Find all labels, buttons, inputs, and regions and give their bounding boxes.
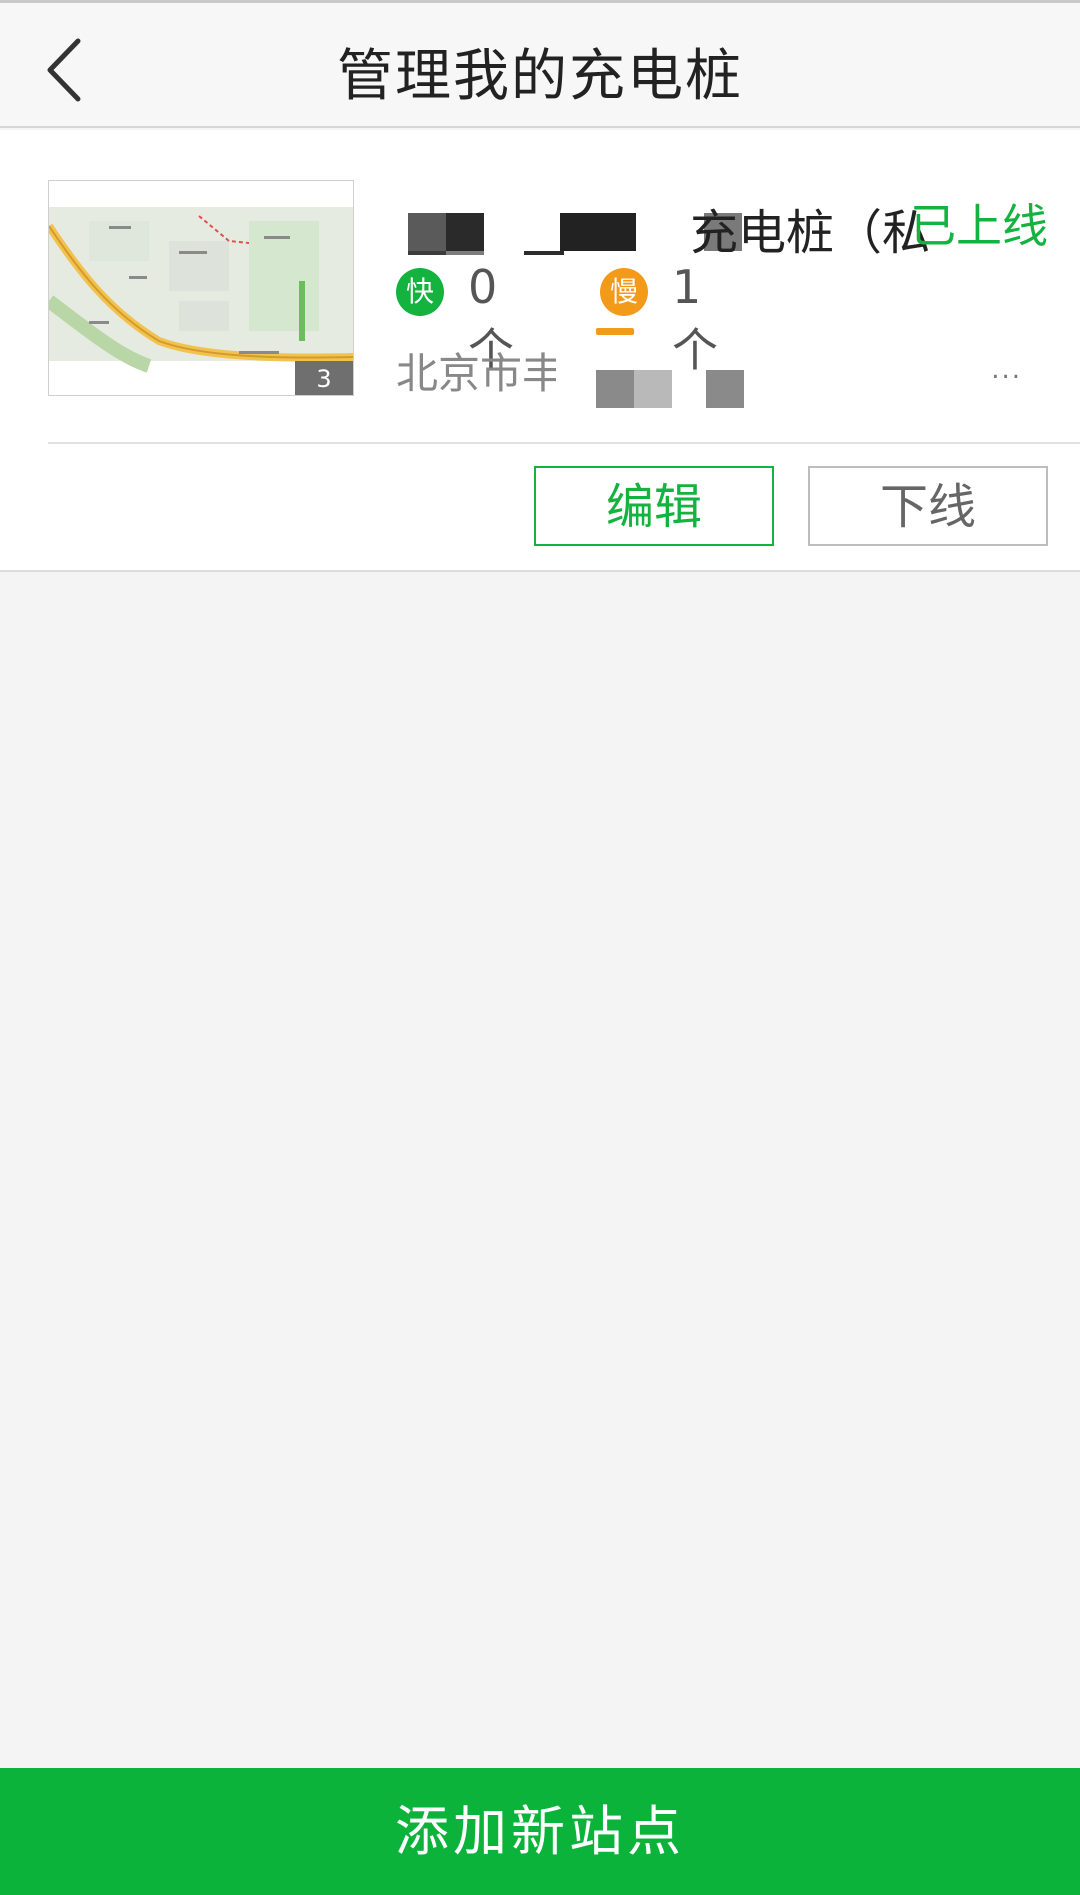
photo-count: 3 xyxy=(295,361,353,395)
add-station-button[interactable]: 添加新站点 xyxy=(0,1768,1080,1895)
page-title: 管理我的充电桩 xyxy=(337,44,743,109)
station-name-text: 充电桩（私 xyxy=(690,205,931,255)
online-status: 已上线 xyxy=(910,199,1048,253)
fast-charge-badge: 快 xyxy=(396,268,444,316)
station-map-thumbnail[interactable]: 3 xyxy=(48,180,354,396)
more-ellipsis: ... xyxy=(991,355,1022,385)
take-offline-button[interactable]: 下线 xyxy=(808,466,1048,546)
slow-charge-badge: 慢 xyxy=(600,268,648,316)
slow-underline xyxy=(596,328,634,335)
station-card[interactable]: 3 充电桩（私 已上线 快 0个 慢 1个 北京市丰 ... 编辑 下线 xyxy=(0,130,1080,572)
slow-charger-count: 1个 xyxy=(672,260,718,377)
card-divider xyxy=(48,442,1080,444)
station-address: 北京市丰 xyxy=(396,349,556,398)
header-bar: 管理我的充电桩 xyxy=(0,0,1080,128)
edit-button[interactable]: 编辑 xyxy=(534,466,774,546)
